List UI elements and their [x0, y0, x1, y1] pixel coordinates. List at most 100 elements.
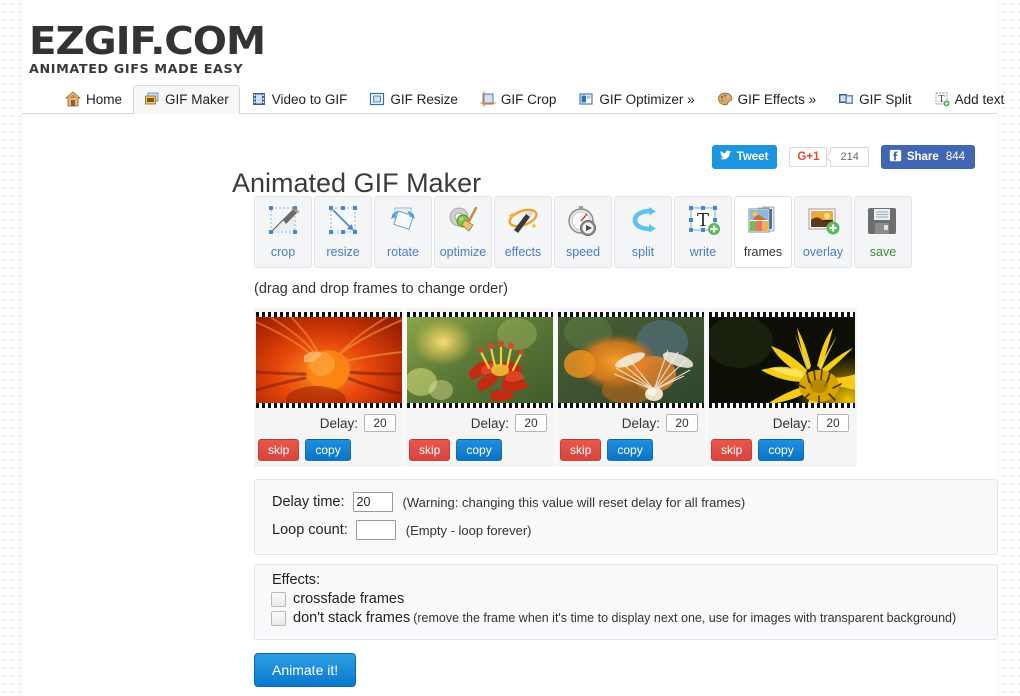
nav-item-gif-optimizer[interactable]: GIF Optimizer » [567, 85, 705, 113]
nav-label: GIF Effects » [737, 91, 817, 107]
home-icon [64, 91, 82, 107]
tool-label: save [869, 245, 897, 259]
frame-skip-button[interactable]: skip [409, 439, 451, 461]
frame-delay-row: Delay: [556, 408, 706, 432]
nav-label: Video to GIF [271, 91, 348, 107]
facebook-share-button[interactable]: Share 844 [880, 145, 975, 169]
animate-it-button[interactable]: Animate it! [254, 653, 357, 687]
frame-delay-input[interactable] [666, 414, 698, 432]
frame-copy-button[interactable]: copy [456, 439, 502, 461]
speed-tool-icon [563, 204, 603, 242]
frame-item[interactable]: Delay: skip copy [254, 308, 405, 467]
video-icon [251, 91, 267, 107]
effects-title: Effects: [272, 572, 321, 588]
gplus-count[interactable]: 214 [830, 147, 869, 167]
tweet-button[interactable]: Tweet [711, 145, 778, 169]
frame-item[interactable]: Delay: skip copy [707, 308, 858, 467]
frame-delay-label: Delay: [772, 415, 811, 431]
nav-label: GIF Split [859, 91, 912, 107]
effects-tool-icon [503, 204, 543, 242]
tool-speed[interactable]: speed [554, 196, 612, 268]
frame-delay-row: Delay: [405, 408, 555, 432]
dont-stack-checkbox[interactable] [271, 610, 286, 626]
page-title: Animated GIF Maker [232, 168, 482, 199]
nav-item-gif-maker[interactable]: GIF Maker [133, 85, 240, 114]
timing-settings-panel: Delay time: (Warning: changing this valu… [254, 479, 998, 555]
nav-item-gif-effects[interactable]: GIF Effects » [706, 85, 828, 113]
effects-panel: Effects: crossfade frames don't stack fr… [254, 564, 998, 640]
frame-delay-row: Delay: [707, 408, 857, 432]
frame-thumbnail-1 [256, 312, 402, 408]
tool-crop[interactable]: crop [254, 196, 312, 268]
tool-resize[interactable]: resize [314, 196, 372, 268]
nav-label: Add text [954, 91, 1005, 107]
frame-delay-label: Delay: [319, 415, 358, 431]
frame-buttons: skip copy [707, 432, 857, 461]
frame-thumbnail-wrap [256, 312, 402, 408]
tool-optimize[interactable]: optimize [434, 196, 492, 268]
tool-overlay[interactable]: overlay [794, 196, 852, 268]
loop-count-note: (Empty - loop forever) [405, 522, 532, 538]
nav-item-video-to-gif[interactable]: Video to GIF [240, 85, 359, 113]
frame-skip-button[interactable]: skip [258, 439, 300, 461]
loop-count-row: Loop count: (Empty - loop forever) [255, 516, 997, 544]
film-sprocket-top [558, 312, 704, 317]
tool-label: optimize [439, 245, 487, 259]
frame-buttons: skip copy [556, 432, 706, 461]
write-tool-icon: T [683, 204, 723, 242]
tool-save[interactable]: save [854, 196, 912, 268]
logo-title: EZGIF.COM [29, 19, 266, 63]
frame-skip-button[interactable]: skip [711, 439, 753, 461]
film-sprocket-bottom [407, 403, 553, 408]
nav-item-add-text[interactable]: T Add text [923, 85, 1016, 113]
svg-text:T: T [697, 210, 709, 231]
nav-item-gif-split[interactable]: GIF Split [827, 85, 923, 113]
split-tool-icon [623, 204, 663, 242]
frames-tool-icon [743, 204, 783, 242]
dont-stack-note: (remove the frame when it's time to disp… [413, 611, 957, 625]
frame-copy-button[interactable]: copy [305, 439, 351, 461]
crop-tool-icon [263, 204, 303, 242]
film-sprocket-bottom [256, 403, 402, 408]
tweet-label: Tweet [736, 151, 769, 163]
tool-label: effects [504, 245, 542, 259]
film-sprocket-top [407, 312, 553, 317]
save-tool-icon [863, 204, 903, 242]
frame-copy-button[interactable]: copy [758, 439, 804, 461]
tool-rotate[interactable]: rotate [374, 196, 432, 268]
nav-item-gif-resize[interactable]: GIF Resize [358, 85, 469, 113]
nav-item-home[interactable]: Home [54, 85, 133, 113]
dont-stack-row: don't stack frames (remove the frame whe… [255, 607, 997, 626]
facebook-share-label: Share [906, 151, 939, 163]
crossfade-checkbox[interactable] [271, 591, 286, 607]
frame-copy-button[interactable]: copy [607, 439, 653, 461]
tool-write[interactable]: T write [674, 196, 732, 268]
frame-skip-button[interactable]: skip [560, 439, 602, 461]
delay-time-note: (Warning: changing this value will reset… [402, 494, 746, 510]
google-plus-one[interactable]: G+1 214 [789, 147, 869, 167]
frame-item[interactable]: Delay: skip copy [405, 308, 556, 467]
frame-delay-input[interactable] [364, 414, 396, 432]
frame-thumbnail-3 [558, 312, 704, 408]
drag-hint-text: (drag and drop frames to change order) [254, 281, 508, 297]
tool-split[interactable]: split [614, 196, 672, 268]
add-text-icon: T [934, 91, 950, 107]
frame-delay-input[interactable] [515, 414, 547, 432]
frame-delay-input[interactable] [817, 414, 849, 432]
social-buttons: Tweet G+1 214 Share 844 [711, 145, 975, 169]
frame-thumbnail-2 [407, 312, 553, 408]
nav-label: GIF Crop [500, 91, 557, 107]
overlay-tool-icon [803, 204, 843, 242]
tool-label: overlay [802, 245, 844, 259]
frame-buttons: skip copy [405, 432, 555, 461]
gplus-button[interactable]: G+1 [789, 147, 828, 167]
tool-effects[interactable]: effects [494, 196, 552, 268]
delay-time-input[interactable] [352, 492, 393, 512]
film-sprocket-bottom [709, 403, 855, 408]
site-logo[interactable]: EZGIF.COM ANIMATED GIFS MADE EASY [29, 22, 266, 76]
frame-item[interactable]: Delay: skip copy [556, 308, 707, 467]
nav-item-gif-crop[interactable]: GIF Crop [469, 85, 568, 113]
tool-frames[interactable]: frames [734, 196, 792, 268]
loop-count-input[interactable] [355, 520, 396, 540]
frame-thumbnail-wrap [407, 312, 553, 408]
